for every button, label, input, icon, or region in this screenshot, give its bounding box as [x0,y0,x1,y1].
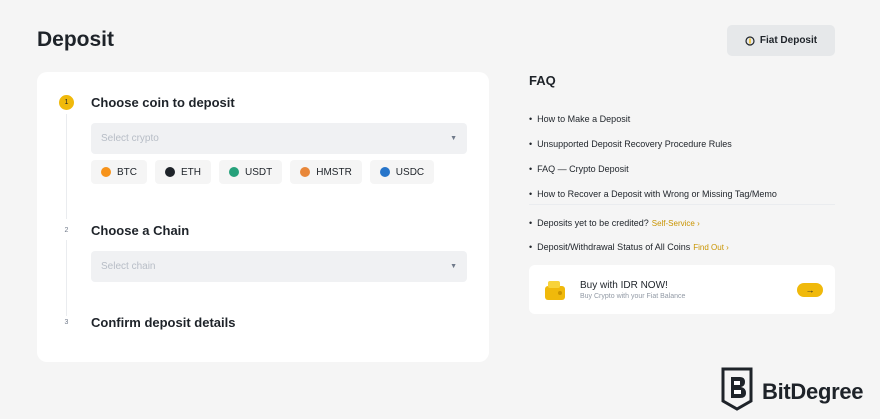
promo-subtitle: Buy Crypto with your Fiat Balance [580,292,686,300]
step-number: 2 [64,227,69,234]
step-number: 3 [64,319,69,326]
bullet-dot: • [529,163,533,174]
bitdegree-watermark: BitDegree [720,367,864,416]
promo-title: Buy with IDR NOW! [580,279,668,291]
faq-link[interactable]: • FAQ — Crypto Deposit [529,156,835,181]
coin-cycle-icon [745,35,755,46]
self-service-link[interactable]: Self-Service › [652,219,700,228]
faq-link[interactable]: • How to Recover a Deposit with Wrong or … [529,181,835,206]
status-text: Deposits yet to be credited? [537,218,649,228]
faq-list: • How to Make a Deposit • Unsupported Depo… [529,106,835,206]
buy-idr-banner[interactable]: Buy with IDR NOW! Buy Crypto with your F… [529,265,835,314]
page-title: Deposit [37,28,115,51]
step-1: 1 Choose coin to deposit [59,95,235,110]
arrow-right-icon[interactable]: → [797,283,823,297]
coin-label: HMSTR [316,166,352,178]
pending-deposit-row: • Deposits yet to be credited? Self-Serv… [529,218,700,228]
step-connector [66,240,67,316]
eth-icon [165,167,175,177]
hmstr-icon [300,167,311,177]
step-connector [66,114,67,219]
coin-chip-eth[interactable]: ETH [155,160,211,184]
coin-chip-usdt[interactable]: USDT [219,160,283,184]
btc-icon [101,167,111,177]
watermark-text: BitDegree [762,378,864,404]
bitdegree-logo-icon [720,367,754,416]
status-text: Deposit/Withdrawal Status of All Coins [537,242,691,252]
step-3: 3 Confirm deposit details [59,315,236,330]
step-title: Confirm deposit details [91,315,236,330]
faq-link[interactable]: • How to Make a Deposit [529,106,835,131]
coin-label: ETH [181,166,201,178]
select-chain-dropdown[interactable]: Select chain ▼ [91,251,467,282]
coin-label: USDC [395,166,425,178]
coin-label: BTC [117,166,137,178]
faq-title: FAQ [529,73,556,88]
step-title: Choose a Chain [91,223,190,238]
fiat-deposit-label: Fiat Deposit [759,35,818,46]
bullet-dot: • [529,218,533,228]
coin-shortcuts: BTC ETH USDT HMSTR USDC [91,160,435,184]
select-crypto-dropdown[interactable]: Select crypto ▼ [91,123,467,154]
coin-status-row: • Deposit/Withdrawal Status of All Coins… [529,242,729,252]
faq-link[interactable]: • Unsupported Deposit Recovery Procedure … [529,131,835,156]
bullet-dot: • [529,188,533,199]
usdc-icon [379,167,390,177]
caret-down-icon: ▼ [450,135,457,142]
coin-chip-usdc[interactable]: USDC [369,160,435,184]
bullet-dot: • [529,113,533,124]
usdt-icon [229,167,239,177]
fiat-deposit-button[interactable]: Fiat Deposit [727,25,835,56]
step-2: 2 Choose a Chain [59,223,190,238]
faq-divider [529,204,835,205]
wallet-icon [541,276,569,304]
caret-down-icon: ▼ [450,263,457,270]
coin-chip-hmstr[interactable]: HMSTR [290,160,362,184]
bullet-dot: • [529,242,533,252]
select-crypto-placeholder: Select crypto [101,133,159,144]
coin-label: USDT [245,166,273,178]
find-out-link[interactable]: Find Out › [693,243,729,252]
deposit-card: 1 Choose coin to deposit Select crypto ▼… [37,72,489,362]
bullet-dot: • [529,138,533,149]
select-chain-placeholder: Select chain [101,261,156,272]
coin-chip-btc[interactable]: BTC [91,160,147,184]
step-number: 1 [59,95,74,110]
step-title: Choose coin to deposit [91,95,235,110]
